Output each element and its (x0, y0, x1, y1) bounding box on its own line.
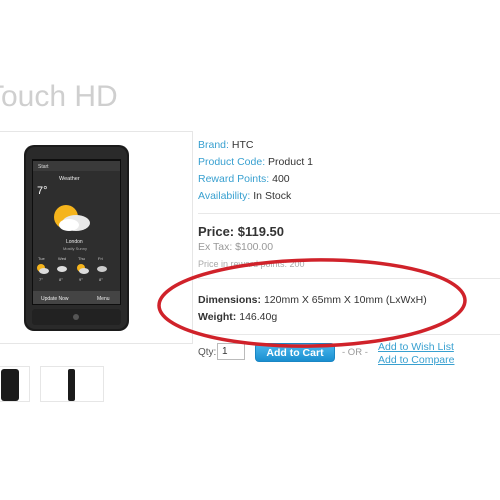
brand-value[interactable]: HTC (232, 139, 254, 151)
divider (198, 213, 500, 214)
product-code-label: Product Code: (198, 156, 266, 168)
page-title-text: Touch HD (0, 80, 118, 113)
add-to-wish-list-link[interactable]: Add to Wish List (378, 341, 454, 353)
phone-image: Start Weather 7° London Mostly Sunny Tue… (24, 145, 129, 331)
qty-label: Qty: (198, 347, 217, 358)
brand-row: Brand: HTC (198, 139, 253, 151)
svg-text:Thu: Thu (78, 256, 85, 261)
thumbnail-2[interactable] (40, 366, 104, 402)
reward-points-label: Reward Points: (198, 173, 270, 185)
product-image[interactable]: Start Weather 7° London Mostly Sunny Tue… (0, 131, 193, 344)
weight-value: 146.40g (239, 311, 278, 323)
product-code-row: Product Code: Product 1 (198, 156, 313, 168)
reward-price: Price in reward points: 200 (198, 259, 305, 269)
weight-row: Weight: 146.40g (198, 311, 277, 323)
svg-text:Fri: Fri (98, 256, 103, 261)
divider (198, 278, 500, 279)
dimensions-row: Dimensions: 120mm X 65mm X 10mm (LxWxH) (198, 294, 427, 306)
thumbnail-1[interactable] (0, 366, 30, 402)
ex-tax-price: Ex Tax: $100.00 (198, 241, 274, 253)
svg-text:9°: 9° (79, 277, 83, 282)
dimensions-label: Dimensions: (198, 294, 262, 306)
svg-text:Tue: Tue (38, 256, 46, 261)
availability-value: In Stock (253, 190, 292, 202)
price: Price: $119.50 (198, 224, 285, 239)
svg-text:8°: 8° (59, 277, 63, 282)
reward-points-row: Reward Points: 400 (198, 173, 290, 185)
svg-text:7°: 7° (39, 277, 43, 282)
softkey-left: Update Now (41, 296, 69, 302)
qty-input[interactable] (217, 343, 245, 360)
page-title: Touch HD (0, 80, 118, 114)
svg-text:8°: 8° (99, 277, 103, 282)
svg-text:Wed: Wed (58, 256, 66, 261)
city: London (66, 239, 83, 245)
add-to-cart-button[interactable]: Add to Cart (255, 343, 335, 362)
product-code-value: Product 1 (268, 156, 313, 168)
divider (198, 334, 500, 335)
brand-label: Brand: (198, 139, 229, 151)
dimensions-value: 120mm X 65mm X 10mm (LxWxH) (263, 294, 427, 306)
availability-label: Availability: (198, 190, 251, 202)
availability-row: Availability: In Stock (198, 190, 291, 202)
add-to-compare-link[interactable]: Add to Compare (378, 354, 454, 366)
weather-title: Weather (59, 176, 80, 182)
softkey-right: Menu (97, 296, 110, 302)
temperature: 7° (37, 185, 48, 197)
or-separator: - OR - (342, 347, 368, 358)
svg-text:Start: Start (38, 164, 49, 170)
reward-points-value: 400 (272, 173, 290, 185)
weight-label: Weight: (198, 311, 237, 323)
condition: Mostly Sunny (63, 246, 87, 251)
